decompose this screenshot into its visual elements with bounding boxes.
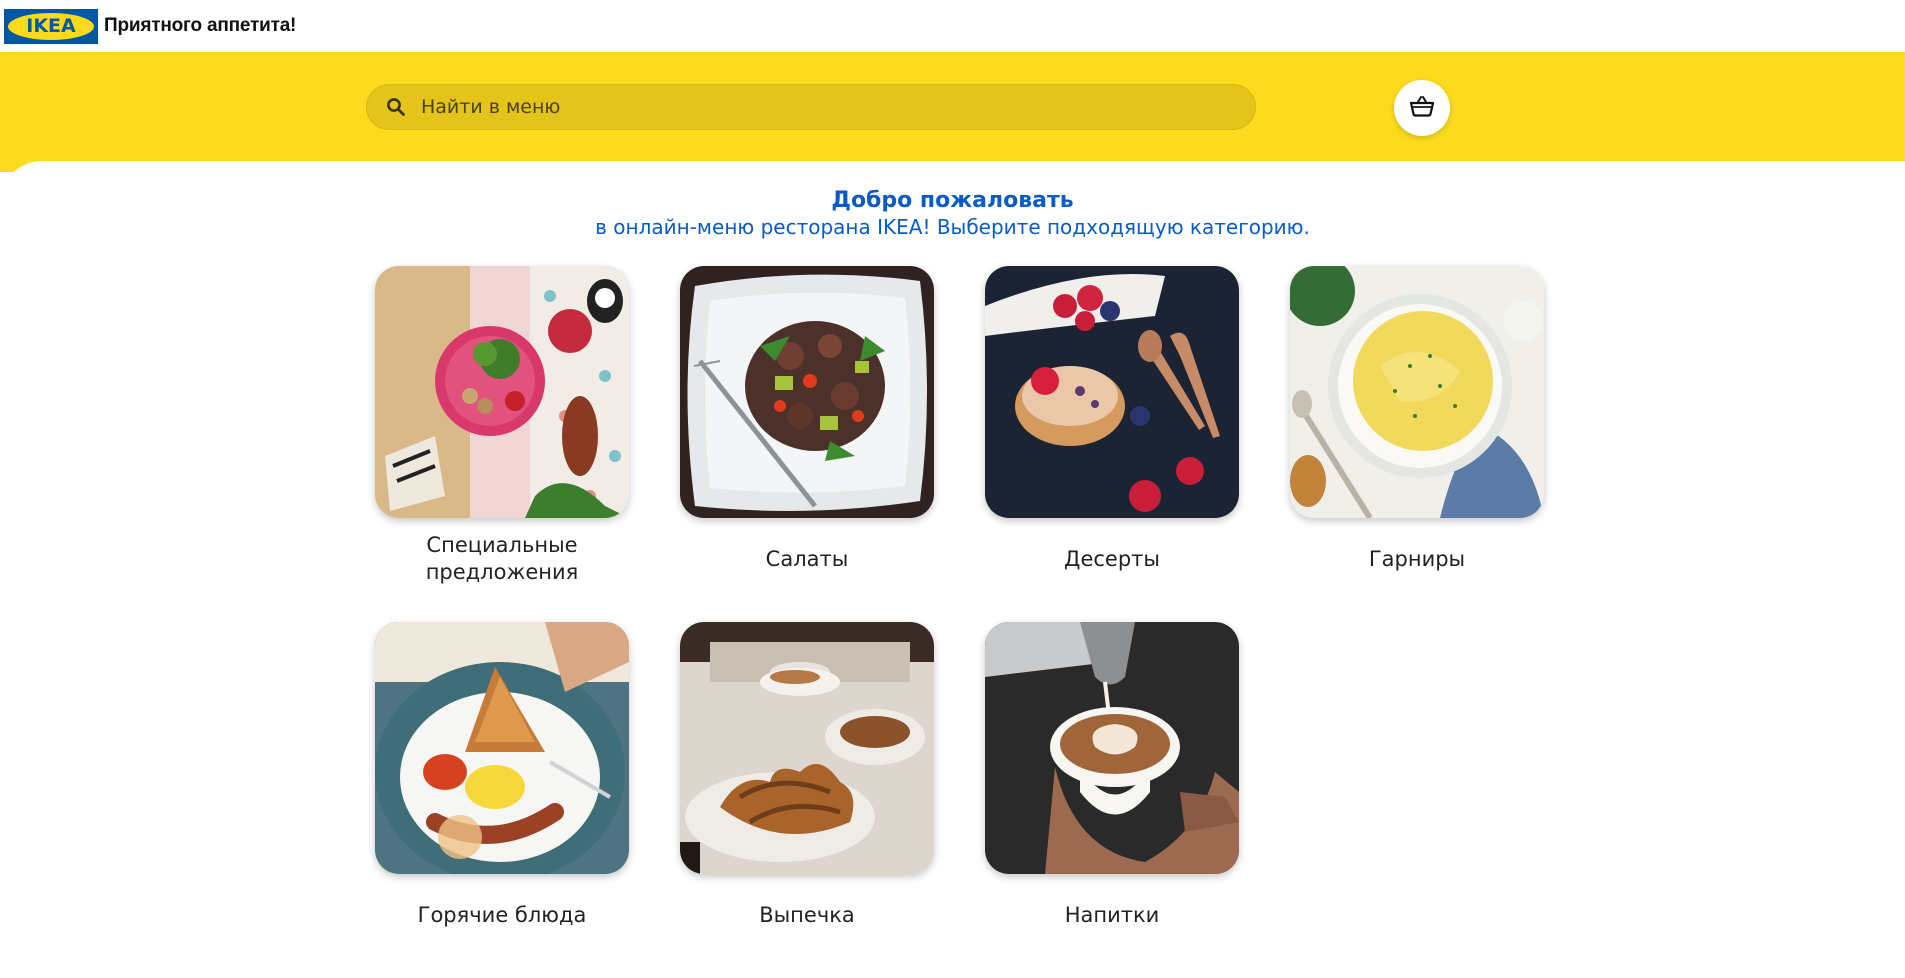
ikea-logo-oval: IKEA (8, 12, 94, 40)
category-card-hot-dishes[interactable]: Горячие блюда (375, 622, 629, 978)
category-card-pastry[interactable]: Выпечка (680, 622, 934, 978)
category-label: Десерты (1064, 546, 1160, 571)
category-label: Специальные предложения (425, 533, 579, 584)
category-card-special-offers[interactable]: Специальные предложения (375, 266, 629, 622)
ikea-logo[interactable]: IKEA (4, 8, 98, 44)
category-card-sides[interactable]: Гарниры (1290, 266, 1544, 622)
breakfast-plate-photo[interactable] (375, 622, 629, 874)
salad-photo[interactable] (680, 266, 934, 518)
ikea-logo-text: IKEA (26, 15, 76, 37)
kids-plate-photo[interactable] (375, 266, 629, 518)
category-label: Напитки (1064, 902, 1160, 927)
category-label: Выпечка (759, 902, 855, 927)
category-label: Салаты (765, 546, 849, 571)
basket-icon (1409, 95, 1435, 121)
app-title: Приятного аппетита! (104, 15, 297, 36)
welcome-subtitle: в онлайн-меню ресторана IKEA! Выберите п… (595, 215, 1310, 239)
search-input[interactable] (421, 85, 1255, 129)
category-card-drinks[interactable]: Напитки (985, 622, 1239, 978)
search-bar[interactable] (366, 84, 1256, 130)
welcome-block: Добро пожаловать в онлайн-меню ресторана… (0, 188, 1905, 240)
category-label: Гарниры (1368, 546, 1466, 571)
category-label: Горячие блюда (417, 902, 587, 927)
category-card-desserts[interactable]: Десерты (985, 266, 1239, 622)
welcome-title: Добро пожаловать (831, 188, 1074, 213)
category-grid: Специальные предложения Салаты Десерты Г… (375, 266, 1544, 978)
search-icon (385, 96, 407, 118)
cart-button[interactable] (1394, 80, 1450, 136)
latte-photo[interactable] (985, 622, 1239, 874)
croissants-photo[interactable] (680, 622, 934, 874)
tart-dessert-photo[interactable] (985, 266, 1239, 518)
top-bar: IKEA Приятного аппетита! (0, 0, 1905, 52)
mashed-potato-photo[interactable] (1290, 266, 1544, 518)
category-card-salads[interactable]: Салаты (680, 266, 934, 622)
